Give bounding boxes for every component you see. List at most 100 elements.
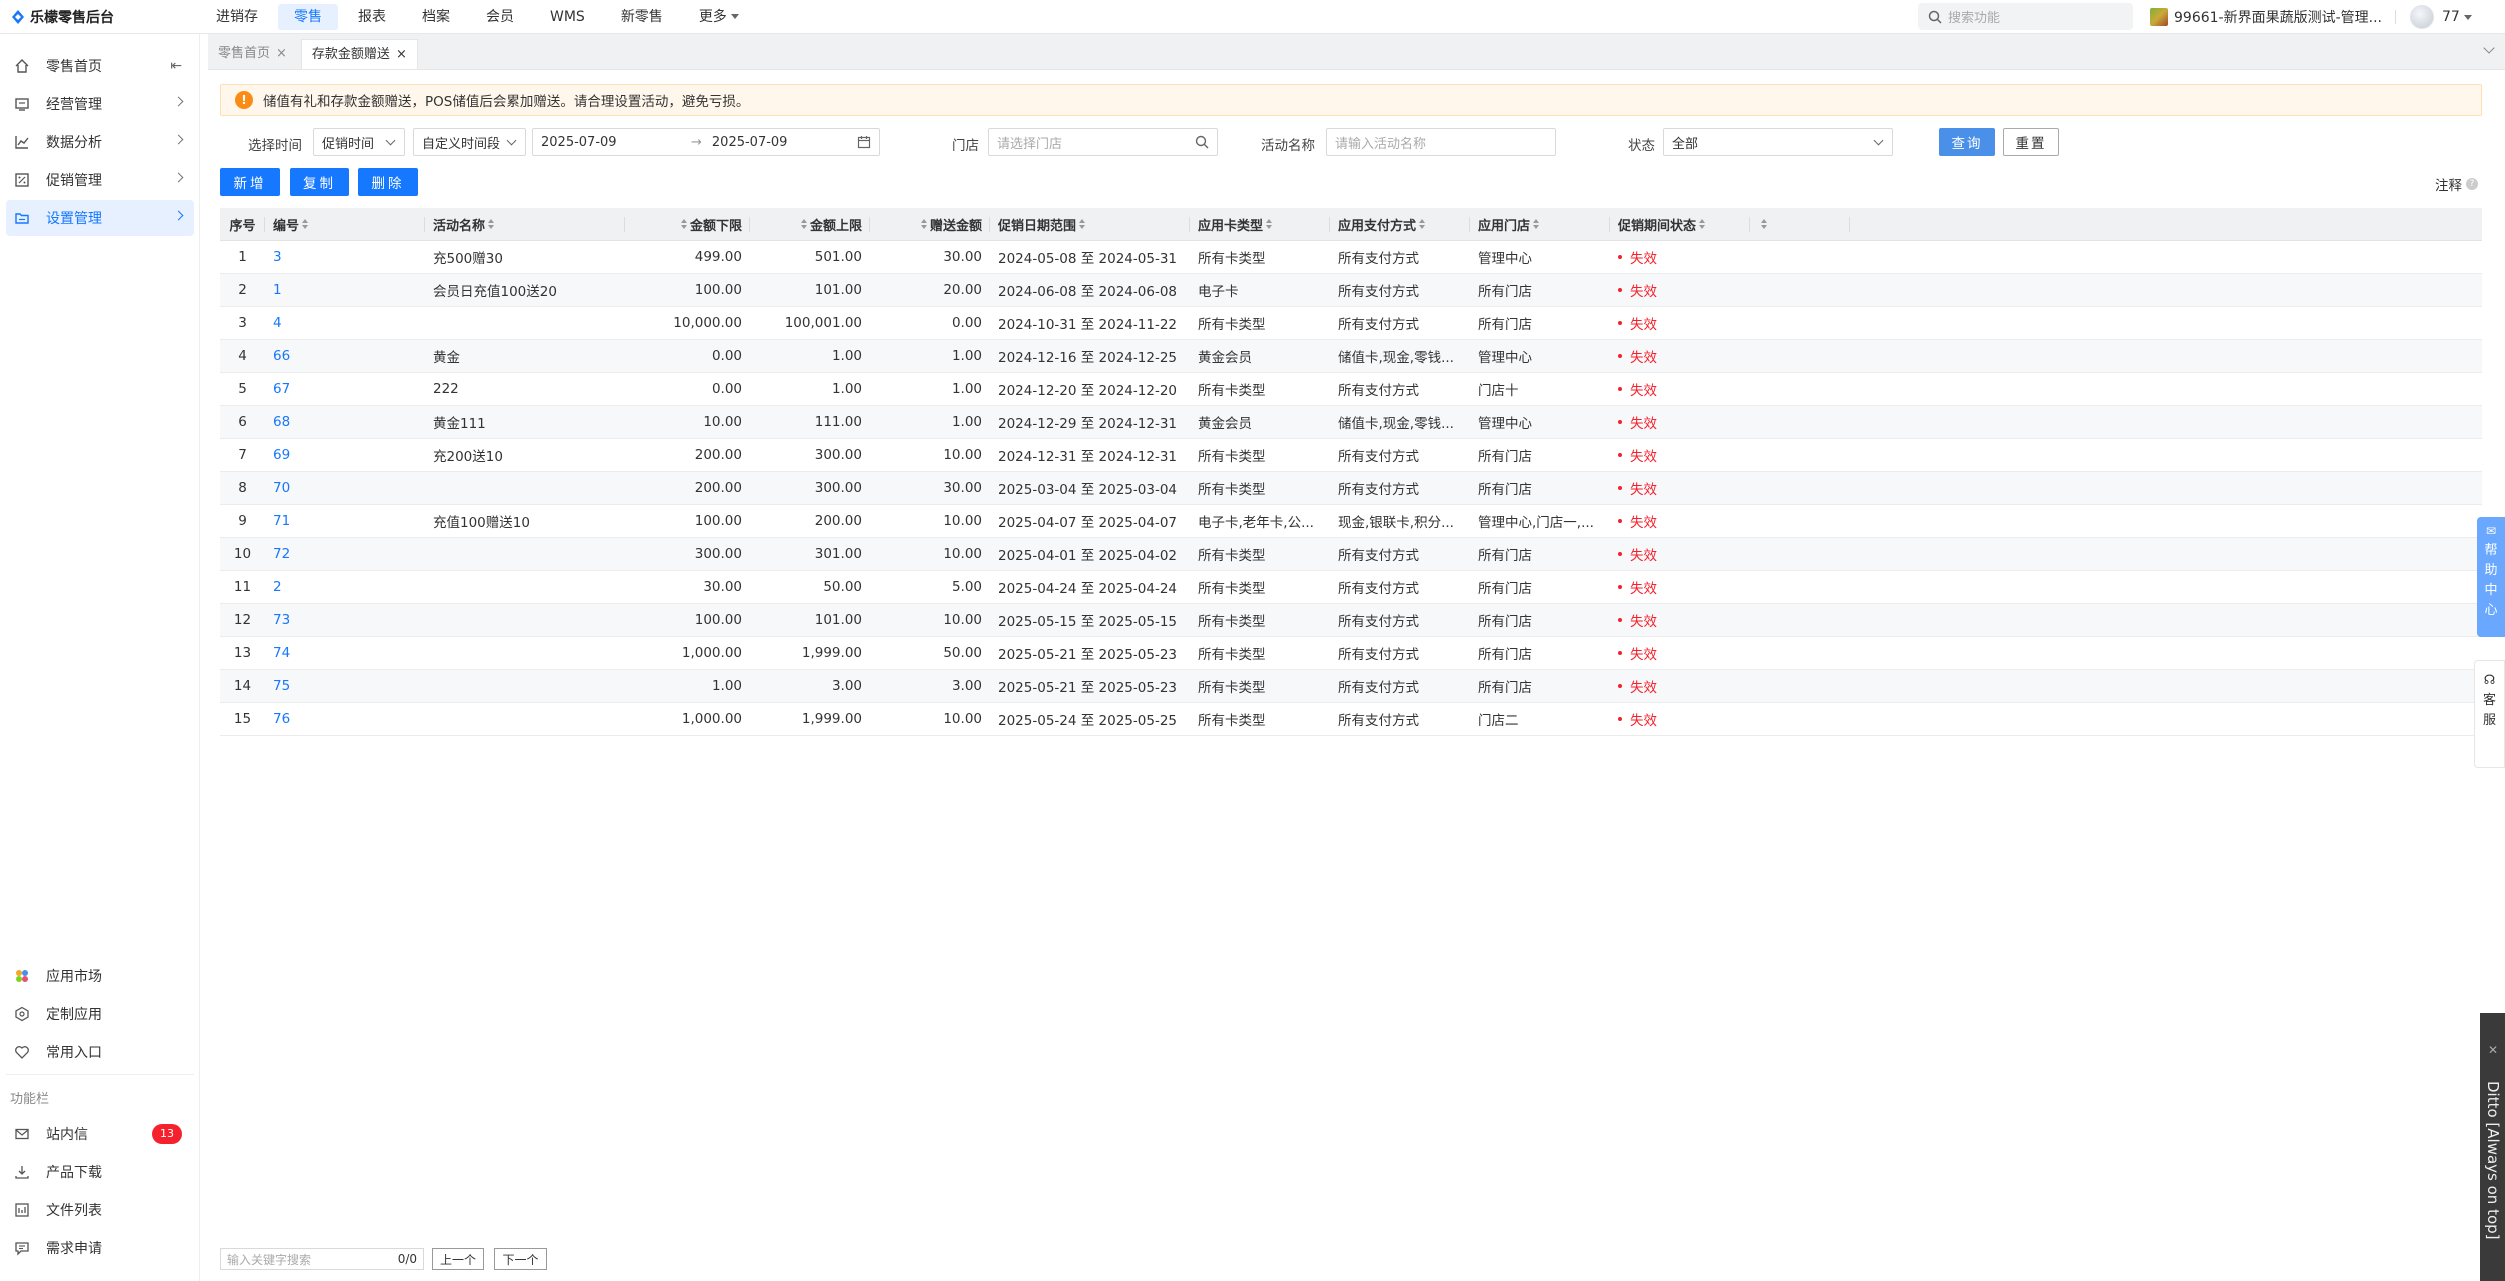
- topnav-item-member[interactable]: 会员: [470, 4, 530, 30]
- sort-icon[interactable]: [1699, 218, 1706, 230]
- sort-icon[interactable]: [488, 218, 495, 230]
- sidebar-item-custom-app[interactable]: 定制应用: [6, 996, 194, 1032]
- tab-retail-home[interactable]: 零售首页 ×: [208, 39, 297, 69]
- help-center-button[interactable]: ✉ 帮 助 中 心: [2477, 517, 2505, 637]
- sidebar-item-settings[interactable]: 设置管理: [6, 200, 194, 236]
- chevron-down-icon[interactable]: [2483, 42, 2495, 54]
- sort-icon[interactable]: [1761, 218, 1767, 230]
- ditto-window[interactable]: ✕ Ditto [Always on top]: [2480, 1013, 2505, 1281]
- range-type-select[interactable]: 自定义时间段: [413, 128, 526, 156]
- topnav-item-new-retail[interactable]: 新零售: [605, 4, 679, 30]
- topnav-item-report[interactable]: 报表: [342, 4, 402, 30]
- prev-match-button[interactable]: 上一个: [432, 1248, 484, 1270]
- sidebar-item-messages[interactable]: 站内信 13: [6, 1116, 194, 1152]
- sort-icon[interactable]: [920, 218, 927, 230]
- activity-code-link[interactable]: 67: [273, 381, 290, 397]
- close-icon[interactable]: ✕: [2488, 1043, 2498, 1057]
- close-icon[interactable]: ×: [276, 39, 287, 69]
- tab-deposit-gift[interactable]: 存款金额赠送 ×: [300, 39, 418, 70]
- table-row[interactable]: 5 67 222 0.00 1.00 1.00 2024-12-20 至 2024-12-2…: [220, 373, 2482, 406]
- sort-icon[interactable]: [302, 218, 309, 230]
- table-row[interactable]: 6 68 黄金111 10.00 111.00 1.00 2024-12-29 至 2024…: [220, 406, 2482, 439]
- table-row[interactable]: 1 3 充500赠30 499.00 501.00 30.00 2024-05-08 至 2…: [220, 241, 2482, 274]
- table-row[interactable]: 12 73 100.00 101.00 10.00 2025-05-15 至 2025-0…: [220, 604, 2482, 637]
- app-logo[interactable]: 乐檬零售后台: [0, 7, 200, 27]
- activity-code-link[interactable]: 73: [273, 612, 290, 628]
- sidebar-item-business[interactable]: 经营管理: [6, 86, 194, 122]
- header-extra[interactable]: [1750, 208, 1850, 240]
- topnav-item-archive[interactable]: 档案: [406, 4, 466, 30]
- sidebar-item-app-market[interactable]: 应用市场: [6, 958, 194, 994]
- keyword-search-input[interactable]: 输入关键字搜索 0/0: [220, 1248, 424, 1270]
- date-range-picker[interactable]: 2025-07-09 → 2025-07-09: [532, 128, 880, 156]
- header-card-type[interactable]: 应用卡类型: [1190, 208, 1330, 240]
- header-payment[interactable]: 应用支付方式: [1330, 208, 1470, 240]
- function-search-input[interactable]: 搜索功能: [1918, 3, 2133, 30]
- table-row[interactable]: 13 74 1,000.00 1,999.00 50.00 2025-05-21 至 20…: [220, 637, 2482, 670]
- store-select[interactable]: 请选择门店: [988, 128, 1218, 156]
- sort-icon[interactable]: [800, 218, 807, 230]
- activity-code-link[interactable]: 71: [273, 513, 290, 529]
- header-max-amount[interactable]: 金额上限: [750, 208, 870, 240]
- table-row[interactable]: 8 70 200.00 300.00 30.00 2025-03-04 至 2025-03…: [220, 472, 2482, 505]
- table-row[interactable]: 14 75 1.00 3.00 3.00 2025-05-21 至 2025-05-23 所…: [220, 670, 2482, 703]
- sidebar-item-analytics[interactable]: 数据分析: [6, 124, 194, 160]
- sidebar-item-retail-home[interactable]: 零售首页 ⇤: [6, 48, 194, 84]
- topnav-item-retail[interactable]: 零售: [278, 3, 338, 30]
- header-gift-amount[interactable]: 赠送金额: [870, 208, 990, 240]
- activity-code-link[interactable]: 3: [273, 249, 282, 265]
- sort-icon[interactable]: [1419, 218, 1426, 230]
- table-row[interactable]: 15 76 1,000.00 1,999.00 10.00 2025-05-24 至 20…: [220, 703, 2482, 736]
- user-menu[interactable]: 77: [2410, 0, 2472, 34]
- sidebar-item-file-list[interactable]: 文件列表: [6, 1192, 194, 1228]
- collapse-sidebar-icon[interactable]: ⇤: [170, 58, 182, 74]
- activity-code-link[interactable]: 72: [273, 546, 290, 562]
- activity-code-link[interactable]: 2: [273, 579, 282, 595]
- delete-button[interactable]: 删除: [358, 168, 418, 196]
- header-status[interactable]: 促销期间状态: [1610, 208, 1750, 240]
- activity-code-link[interactable]: 1: [273, 282, 282, 298]
- add-button[interactable]: 新增: [220, 168, 280, 196]
- table-row[interactable]: 4 66 黄金 0.00 1.00 1.00 2024-12-16 至 2024-12-25…: [220, 340, 2482, 373]
- activity-code-link[interactable]: 75: [273, 678, 290, 694]
- activity-code-link[interactable]: 68: [273, 414, 290, 430]
- activity-code-link[interactable]: 69: [273, 447, 290, 463]
- sidebar-item-favorites[interactable]: 常用入口: [6, 1034, 194, 1070]
- table-row[interactable]: 2 1 会员日充值100送20 100.00 101.00 20.00 2024-06-08…: [220, 274, 2482, 307]
- sidebar-item-promotion[interactable]: 促销管理: [6, 162, 194, 198]
- header-name[interactable]: 活动名称: [425, 208, 625, 240]
- sort-icon[interactable]: [1266, 218, 1273, 230]
- activity-code-link[interactable]: 4: [273, 315, 282, 331]
- header-date-range[interactable]: 促销日期范围: [990, 208, 1190, 240]
- sort-icon[interactable]: [680, 218, 687, 230]
- table-row[interactable]: 10 72 300.00 301.00 10.00 2025-04-01 至 2025-0…: [220, 538, 2482, 571]
- annotation-link[interactable]: 注释 ?: [2435, 174, 2478, 194]
- reset-button[interactable]: 重置: [2003, 128, 2059, 156]
- query-button[interactable]: 查询: [1939, 128, 1995, 156]
- sidebar-item-downloads[interactable]: 产品下载: [6, 1154, 194, 1190]
- header-min-amount[interactable]: 金额下限: [625, 208, 750, 240]
- header-store[interactable]: 应用门店: [1470, 208, 1610, 240]
- activity-code-link[interactable]: 66: [273, 348, 290, 364]
- table-row[interactable]: 9 71 充值100赠送10 100.00 200.00 10.00 2025-04-07 …: [220, 505, 2482, 538]
- topnav-item-inventory[interactable]: 进销存: [200, 4, 274, 30]
- activity-code-link[interactable]: 70: [273, 480, 290, 496]
- sort-icon[interactable]: [1079, 218, 1086, 230]
- copy-button[interactable]: 复制: [290, 168, 349, 196]
- sort-icon[interactable]: [1533, 218, 1540, 230]
- header-code[interactable]: 编号: [265, 208, 425, 240]
- table-row[interactable]: 3 4 10,000.00 100,001.00 0.00 2024-10-31 至 20…: [220, 307, 2482, 340]
- store-selector[interactable]: 99661-新界面果蔬版测试-管理...: [2150, 0, 2382, 34]
- next-match-button[interactable]: 下一个: [494, 1248, 547, 1270]
- customer-service-button[interactable]: ☊ 客 服: [2474, 660, 2505, 768]
- activity-name-input[interactable]: 请输入活动名称: [1326, 128, 1556, 156]
- table-row[interactable]: 7 69 充200送10 200.00 300.00 10.00 2024-12-31 至 …: [220, 439, 2482, 472]
- time-type-select[interactable]: 促销时间: [313, 128, 405, 156]
- close-icon[interactable]: ×: [396, 40, 407, 70]
- status-select[interactable]: 全部: [1663, 128, 1893, 156]
- table-row[interactable]: 11 2 30.00 50.00 5.00 2025-04-24 至 2025-04-24…: [220, 571, 2482, 604]
- sidebar-item-requests[interactable]: 需求申请: [6, 1230, 194, 1266]
- activity-code-link[interactable]: 76: [273, 711, 290, 727]
- topnav-item-wms[interactable]: WMS: [534, 4, 601, 30]
- topnav-item-more[interactable]: 更多: [683, 4, 755, 30]
